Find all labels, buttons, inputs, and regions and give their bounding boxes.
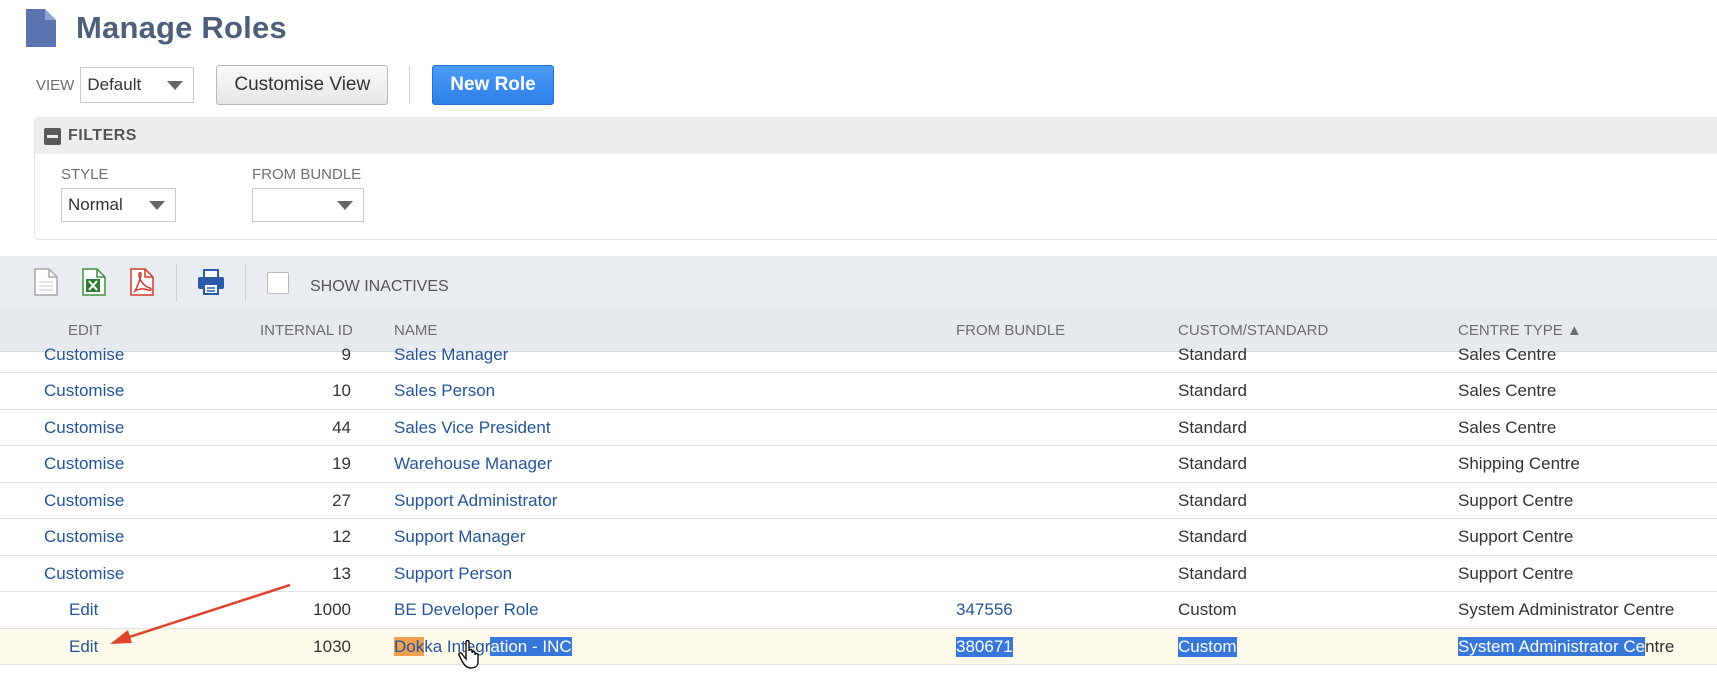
customise-view-button[interactable]: Customise View <box>216 65 389 105</box>
role-name-link[interactable]: Support Person <box>394 564 512 584</box>
chevron-down-icon <box>167 81 184 90</box>
from-bundle-filter-label: FROM BUNDLE <box>252 166 362 183</box>
table-row: Customise 12 Support Manager Standard Su… <box>0 519 1717 556</box>
internal-id: 19 <box>332 454 351 473</box>
custom-standard: Custom <box>1178 636 1237 657</box>
annotation-arrow-icon <box>110 583 291 644</box>
column-header-custom-standard[interactable]: CUSTOM/STANDARD <box>1178 322 1328 339</box>
selected-text: System Administrator Ce <box>1458 636 1646 656</box>
edit-link[interactable]: Edit <box>69 600 98 620</box>
centre-type: System Administrator Centre <box>1458 600 1675 619</box>
centre-type: Support Centre <box>1458 563 1574 583</box>
role-name-link[interactable]: Sales Person <box>394 381 495 401</box>
show-inactives-label: SHOW INACTIVES <box>310 278 449 295</box>
show-inactives-checkbox[interactable] <box>267 272 289 294</box>
page-header: Manage Roles <box>26 8 287 48</box>
centre-type: Support Centre <box>1458 490 1574 510</box>
export-pdf-icon[interactable] <box>130 268 156 298</box>
export-csv-icon[interactable] <box>34 268 60 298</box>
column-header-centre-type[interactable]: CENTRE TYPE ▲ <box>1458 322 1582 339</box>
style-select-value: Normal <box>68 195 123 214</box>
divider <box>409 66 411 104</box>
list-toolbar: SHOW INACTIVES <box>0 256 1717 310</box>
table-row: Customise 9 Sales Manager Standard Sales… <box>0 340 1717 373</box>
internal-id: 1030 <box>313 636 351 656</box>
filters-header[interactable]: FILTERS <box>35 118 1717 154</box>
customise-link[interactable]: Customise <box>44 381 124 401</box>
page-title: Manage Roles <box>76 10 287 45</box>
role-name-link[interactable]: BE Developer Role <box>394 600 539 620</box>
document-icon <box>26 9 56 47</box>
internal-id: 1000 <box>313 600 351 619</box>
custom-standard: Standard <box>1178 490 1247 510</box>
internal-id: 12 <box>332 527 351 546</box>
custom-standard: Standard <box>1178 527 1247 546</box>
centre-type: Support Centre <box>1458 527 1574 546</box>
custom-standard: Standard <box>1178 345 1247 364</box>
from-bundle-filter: FROM BUNDLE <box>252 166 364 222</box>
role-name-link[interactable]: Sales Vice President <box>394 418 551 438</box>
role-name-link[interactable]: Support Manager <box>394 527 525 547</box>
from-bundle-link[interactable]: 347556 <box>956 600 1013 620</box>
internal-id: 9 <box>341 345 351 364</box>
new-role-button[interactable]: New Role <box>432 65 554 105</box>
centre-type: Sales Centre <box>1458 345 1557 364</box>
internal-id: 44 <box>332 417 351 437</box>
internal-id: 27 <box>332 490 351 510</box>
style-filter: STYLE Normal <box>61 166 176 222</box>
divider <box>176 264 177 302</box>
chevron-down-icon <box>149 201 165 210</box>
custom-standard: Standard <box>1178 454 1247 473</box>
role-name-link[interactable]: Sales Manager <box>394 345 508 365</box>
centre-type: Shipping Centre <box>1458 454 1580 473</box>
column-header-from-bundle[interactable]: FROM BUNDLE <box>956 322 1065 339</box>
custom-standard: Standard <box>1178 563 1247 583</box>
view-select[interactable]: Default <box>80 67 195 103</box>
role-name-link[interactable]: Warehouse Manager <box>394 454 552 474</box>
column-header-edit[interactable]: EDIT <box>68 322 102 339</box>
centre-type-text: ntre <box>1645 636 1675 656</box>
filters-panel: FILTERS STYLE Normal FROM BUNDLE <box>34 117 1717 240</box>
customise-link[interactable]: Customise <box>44 345 124 365</box>
table-row: Customise 10 Sales Person Standard Sales… <box>0 373 1717 410</box>
role-name-link[interactable]: Support Administrator <box>394 491 557 511</box>
centre-type: Sales Centre <box>1458 381 1557 400</box>
divider <box>245 264 246 302</box>
from-bundle-select[interactable] <box>252 188 364 222</box>
edit-link[interactable]: Edit <box>69 637 98 657</box>
from-bundle-link[interactable]: 380671 <box>956 636 1013 657</box>
export-excel-icon[interactable] <box>82 268 108 298</box>
centre-type: System Administrator Centre <box>1458 636 1675 657</box>
centre-type: Sales Centre <box>1458 417 1557 437</box>
print-icon[interactable] <box>197 268 224 298</box>
customise-link[interactable]: Customise <box>44 418 124 438</box>
internal-id: 13 <box>332 563 351 583</box>
column-header-internal-id[interactable]: INTERNAL ID <box>260 322 353 339</box>
hand-cursor-icon <box>458 640 479 669</box>
table-row: Customise 44 Sales Vice President Standa… <box>0 410 1717 446</box>
view-select-value: Default <box>87 75 142 94</box>
customise-link[interactable]: Customise <box>44 454 124 474</box>
table-row: Customise 19 Warehouse Manager Standard … <box>0 446 1717 483</box>
internal-id: 10 <box>332 381 351 400</box>
selected-text: ation - INC <box>490 636 572 656</box>
filters-title: FILTERS <box>68 127 137 144</box>
customise-link[interactable]: Customise <box>44 491 124 511</box>
custom-standard: Custom <box>1178 600 1237 619</box>
style-select[interactable]: Normal <box>61 188 176 222</box>
custom-standard: Standard <box>1178 381 1247 400</box>
table-row: Customise 27 Support Administrator Stand… <box>0 483 1717 519</box>
chevron-down-icon <box>337 201 353 210</box>
custom-standard: Standard <box>1178 417 1247 437</box>
style-filter-label: STYLE <box>61 166 109 183</box>
view-bar: VIEW Default Customise View New Role <box>36 64 554 106</box>
search-highlight: Dok <box>394 636 425 656</box>
role-name-link[interactable]: Dokka Integration - INC <box>394 636 572 657</box>
column-header-name[interactable]: NAME <box>394 322 437 339</box>
view-label: VIEW <box>36 76 75 94</box>
customise-link[interactable]: Customise <box>44 527 124 547</box>
collapse-icon[interactable] <box>44 127 61 145</box>
